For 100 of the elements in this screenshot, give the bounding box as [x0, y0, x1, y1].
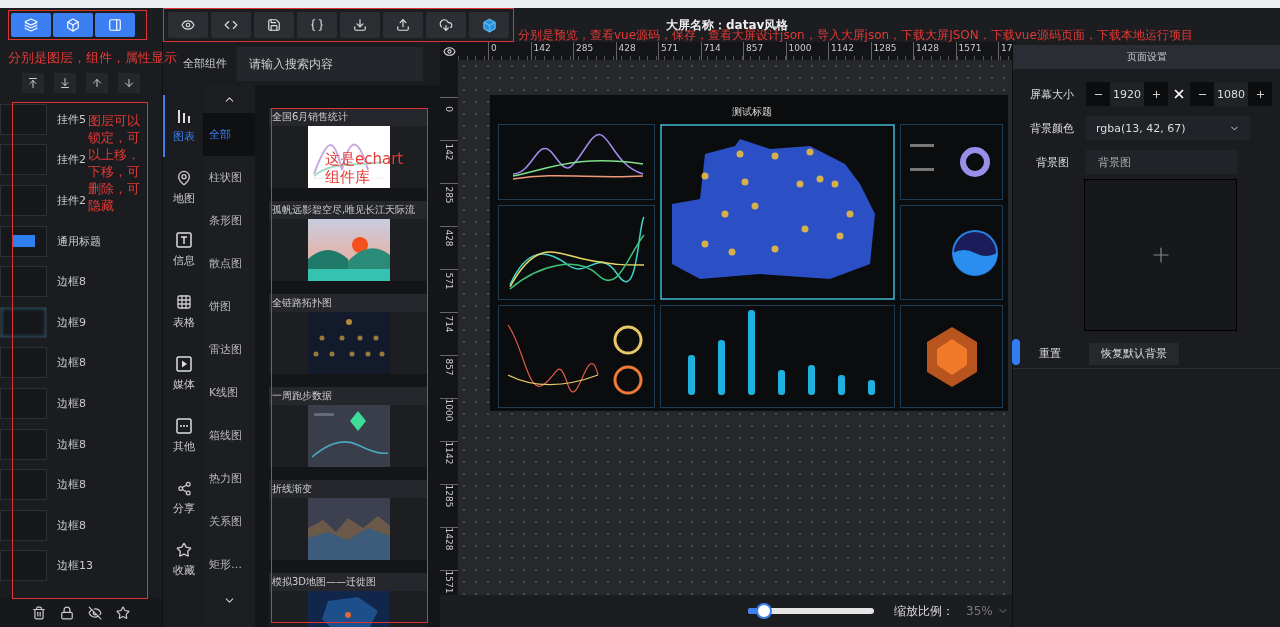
horizontal-ruler: 0 142 285 428 571 714 857 1000 1142 1285 1428 1571 17	[458, 42, 1012, 60]
text-icon	[176, 232, 192, 248]
layer-name[interactable]: 边框8	[57, 274, 86, 290]
star-icon	[176, 542, 192, 558]
import-button[interactable]	[340, 12, 380, 38]
arrow-down-icon	[123, 76, 135, 89]
cube-toggle[interactable]	[53, 13, 93, 37]
category-tab[interactable]: 分享	[163, 467, 203, 529]
table-icon	[176, 294, 192, 310]
delete-icon[interactable]	[32, 605, 46, 620]
close-icon	[1172, 87, 1186, 101]
restore-button[interactable]: 恢复默认背景	[1089, 342, 1179, 365]
chart-bar	[778, 370, 785, 395]
dashboard-preview[interactable]: 测试标题	[490, 95, 1008, 411]
preview-button[interactable]	[168, 12, 208, 38]
arrow-up-bar-icon	[27, 76, 39, 89]
width-field[interactable]: 1920	[1110, 82, 1144, 106]
chart-bar	[808, 365, 815, 395]
component-card[interactable]: 一周跑步数据	[269, 387, 428, 467]
search-field[interactable]: 请输入搜索内容	[237, 46, 423, 81]
subcategory-item[interactable]: 条形图	[203, 199, 255, 242]
move-top-button[interactable]	[86, 72, 108, 93]
field-label: 背景颜色	[1030, 120, 1075, 136]
component-card[interactable]: 全链路拓扑图	[269, 294, 428, 374]
zoom-slider[interactable]	[748, 603, 874, 619]
layer-name[interactable]: 边框8	[57, 355, 86, 371]
layer-name[interactable]: 边框9	[57, 314, 86, 330]
field-label: 背景图	[1035, 154, 1070, 170]
subcategory-item[interactable]: 雷达图	[203, 328, 255, 371]
more-icon	[176, 418, 192, 434]
subcategory-item[interactable]: 全部	[203, 113, 255, 156]
layers-toggle[interactable]	[11, 13, 51, 37]
chart-bar	[868, 380, 875, 395]
category-tab[interactable]: 其他	[163, 405, 203, 467]
json-button[interactable]	[297, 12, 337, 38]
subcategory-item[interactable]: 饼图	[203, 285, 255, 328]
move-down-button[interactable]	[54, 72, 76, 93]
vertical-ruler: 0 142 285 428 571 714 857 1000 1142 1285 1428 1571	[440, 60, 458, 595]
component-card[interactable]: 孤帆远影碧空尽,唯见长江天际流	[269, 201, 428, 281]
height-field[interactable]: 1080	[1214, 82, 1248, 106]
layer-name[interactable]: 边框8	[57, 395, 86, 411]
scroll-handle[interactable]	[1012, 339, 1020, 365]
color-select[interactable]: rgba(13, 42, 67)	[1086, 116, 1250, 140]
arrow-up-icon	[91, 76, 103, 89]
cube-icon	[481, 17, 497, 33]
layer-name[interactable]: 挂件2	[57, 193, 86, 208]
layer-name[interactable]: 挂件2	[57, 152, 86, 168]
layer-name[interactable]: 边框8	[57, 436, 86, 452]
zoom-select[interactable]: 35%	[966, 604, 1009, 618]
arrow-down-bar-icon	[59, 76, 71, 89]
plus-icon	[1254, 88, 1266, 100]
category-tab[interactable]: 收藏	[163, 529, 203, 591]
subcategory-item[interactable]: 矩形…	[203, 543, 255, 586]
settings-header: 页面设置	[1013, 45, 1280, 69]
category-tab[interactable]: 地图	[163, 157, 203, 219]
panel-icon	[108, 18, 122, 32]
layer-name[interactable]: 边框8	[57, 477, 86, 493]
layer-name[interactable]: 边框8	[57, 517, 86, 533]
cube-button[interactable]	[469, 12, 509, 38]
lock-icon[interactable]	[60, 605, 74, 620]
eye-icon[interactable]	[442, 44, 456, 58]
braces-icon	[310, 18, 324, 32]
save-button[interactable]	[254, 12, 294, 38]
subcategory-item[interactable]: 散点图	[203, 242, 255, 285]
image-field[interactable]: 背景图	[1086, 150, 1238, 174]
category-tab[interactable]: 信息	[163, 219, 203, 281]
subcategory-item[interactable]: 柱状图	[203, 156, 255, 199]
hide-icon[interactable]	[88, 605, 102, 620]
component-card[interactable]: 模拟3D地图——迁徙图	[269, 573, 428, 627]
subcategory-item[interactable]: 关系图	[203, 500, 255, 543]
chart-bar	[718, 340, 725, 395]
annotation-note: 分别是图层，组件，属性显示	[8, 49, 177, 67]
category-tab[interactable]: 表格	[163, 281, 203, 343]
eye-icon	[181, 18, 195, 32]
increase-button[interactable]	[1248, 82, 1272, 106]
subcategory-item[interactable]: K线图	[203, 371, 255, 414]
upload-icon	[396, 18, 410, 32]
code-button[interactable]	[211, 12, 251, 38]
layers-icon	[24, 18, 38, 32]
subcategory-item[interactable]: 箱线图	[203, 414, 255, 457]
panel-toggle[interactable]	[95, 13, 135, 37]
star-icon[interactable]	[116, 605, 130, 620]
subcategory-item[interactable]: 热力图	[203, 457, 255, 500]
save-icon	[267, 18, 281, 32]
move-bottom-button[interactable]	[118, 72, 140, 93]
reset-button[interactable]: 重置	[1039, 342, 1061, 365]
bar-chart-icon	[176, 108, 192, 124]
layer-name[interactable]: 挂件5	[57, 111, 86, 127]
export-button[interactable]	[383, 12, 423, 38]
layer-name[interactable]: 边框13	[57, 558, 93, 574]
category-tab[interactable]: 媒体	[163, 343, 203, 405]
layer-name[interactable]: 通用标题	[57, 233, 101, 249]
chart-bar	[838, 375, 845, 395]
code-icon	[224, 18, 238, 32]
move-up-button[interactable]	[22, 72, 44, 93]
cloud-download-button[interactable]	[426, 12, 466, 38]
dashboard-title: 测试标题	[730, 104, 773, 119]
component-card[interactable]: 折线渐变	[269, 480, 428, 560]
increase-button[interactable]	[1144, 82, 1168, 106]
map-pin-icon	[176, 170, 192, 186]
